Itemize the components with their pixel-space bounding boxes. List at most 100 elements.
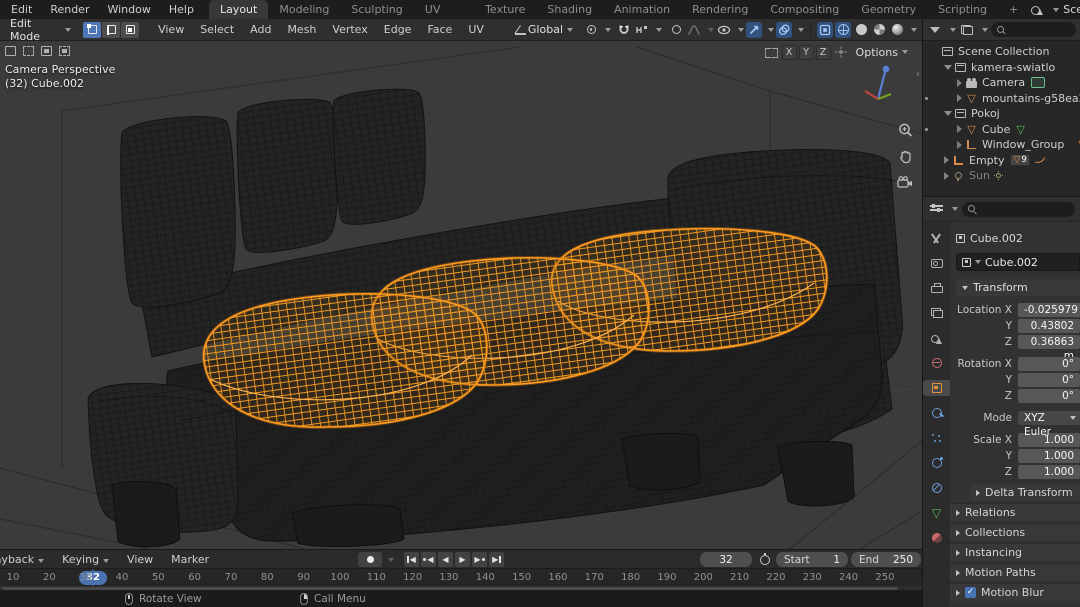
mode-select[interactable]: Edit Mode [5, 21, 76, 39]
vertex-select-button[interactable] [83, 22, 101, 38]
zoom-icon[interactable] [896, 121, 914, 139]
snap-cursor-icon[interactable] [833, 44, 849, 60]
display-mode-icon[interactable] [959, 22, 975, 38]
show-gizmos-icon[interactable] [746, 22, 762, 38]
camera-data-icon[interactable] [1031, 77, 1045, 88]
outliner-search-input[interactable] [991, 22, 1076, 37]
shading-material-icon[interactable] [871, 22, 887, 38]
snap-target-icon[interactable] [634, 22, 650, 38]
workspace-tab-layout[interactable]: Layout [209, 0, 268, 19]
viewport-menu-uv[interactable]: UV [460, 20, 492, 39]
pan-hand-icon[interactable] [896, 147, 914, 165]
toggle-xray-icon[interactable] [817, 22, 833, 38]
properties-tab-object[interactable] [923, 380, 950, 396]
properties-tab-world[interactable] [923, 355, 950, 371]
play-reverse-button[interactable]: ◀ [438, 552, 453, 567]
workspace-tab-modeling[interactable]: Modeling [268, 0, 340, 19]
outliner-row-pokoj[interactable]: Pokoj [923, 106, 1080, 122]
properties-tab-physics[interactable] [923, 455, 950, 471]
collapsed-icon[interactable] [957, 141, 962, 149]
viewport-menu-select[interactable]: Select [192, 20, 242, 39]
properties-tab-view-layer[interactable] [923, 305, 950, 321]
transform-value-field[interactable]: 0° [1018, 373, 1080, 387]
expanded-icon[interactable] [944, 65, 952, 70]
transform-value-field[interactable]: 1.000 [1018, 449, 1080, 463]
viewport-menu-view[interactable]: View [150, 20, 192, 39]
object-name-field[interactable]: Cube.002 [956, 253, 1080, 271]
timeline-menu-playback[interactable]: Playback [0, 550, 53, 569]
timeline-menu-view[interactable]: View [118, 550, 162, 569]
navigation-gizmo[interactable] [865, 66, 891, 99]
timeline-menu-keying[interactable]: Keying [53, 550, 118, 569]
transform-value-field[interactable]: 0° [1018, 357, 1080, 371]
properties-tab-tool[interactable] [923, 230, 950, 246]
panel-instancing[interactable]: Instancing [950, 543, 1080, 561]
panel-collections[interactable]: Collections [950, 523, 1080, 541]
properties-tab-material[interactable] [923, 530, 950, 546]
show-overlays-icon[interactable] [776, 22, 792, 38]
pivot-point-icon[interactable] [583, 22, 599, 38]
collapse-arrow-icon[interactable]: ‹ [916, 69, 920, 80]
show-gizmo-eye-icon[interactable] [716, 22, 732, 38]
editor-type-icon[interactable] [928, 201, 944, 217]
transform-value-field[interactable]: 1.000 [1018, 465, 1080, 479]
expanded-icon[interactable] [944, 111, 952, 116]
transform-value-field[interactable]: 0.43802 m [1018, 319, 1080, 333]
workspace-tab-sculpting[interactable]: Sculpting [340, 0, 413, 19]
scene-selector[interactable]: Scene [1029, 2, 1080, 18]
proportional-editing-icon[interactable] [668, 22, 684, 38]
outliner-row-empty[interactable]: Empty▽9 [923, 153, 1080, 169]
outliner-row-scene-collection[interactable]: Scene Collection [923, 44, 1080, 60]
filter-icon[interactable] [927, 22, 943, 38]
collapsed-icon[interactable] [944, 172, 949, 180]
collapsed-icon[interactable] [957, 94, 962, 102]
properties-tab-constraints[interactable] [923, 480, 950, 496]
viewport-menu-add[interactable]: Add [242, 20, 279, 39]
select-lasso-tool-icon[interactable] [57, 44, 72, 58]
next-keyframe-button[interactable]: ▶ [472, 552, 487, 567]
transform-panel-header[interactable]: Transform [956, 279, 1080, 296]
current-frame-field[interactable]: 32 [700, 552, 752, 567]
collapsed-icon[interactable] [957, 79, 962, 87]
properties-tab-particles[interactable] [923, 430, 950, 446]
frame-start-field[interactable]: Start 1 [776, 552, 848, 567]
sun-icon[interactable] [996, 173, 1001, 178]
stopwatch-icon[interactable] [757, 552, 773, 567]
prev-keyframe-button[interactable]: ◀ [421, 552, 436, 567]
curve-icon[interactable] [1036, 156, 1044, 164]
outliner-row-window-group[interactable]: Window_Group▽ [923, 137, 1080, 153]
jump-start-button[interactable]: ◀ [404, 552, 419, 567]
shading-wireframe-icon[interactable] [835, 22, 851, 38]
outliner-row-kamera-swiatlo[interactable]: kamera-swiatlo [923, 60, 1080, 76]
mesh-data-icon[interactable]: ▽ [1016, 123, 1024, 136]
workspace-tab-compositing[interactable]: Compositing [759, 0, 850, 19]
menu-help[interactable]: Help [160, 0, 203, 19]
properties-tab-object-data[interactable]: ▽ [923, 505, 950, 521]
viewport-menu-face[interactable]: Face [419, 20, 460, 39]
transform-value-field[interactable]: 0° [1018, 389, 1080, 403]
viewport-menu-mesh[interactable]: Mesh [279, 20, 324, 39]
jump-end-button[interactable]: ▶ [489, 552, 504, 567]
options-dropdown[interactable]: Options [856, 46, 908, 59]
workspace-tab-animation[interactable]: Animation [603, 0, 681, 19]
properties-tab-output[interactable] [923, 280, 950, 296]
face-select-button[interactable] [121, 22, 139, 38]
delta-transform-panel[interactable]: Delta Transform [970, 484, 1080, 501]
shading-solid-icon[interactable] [853, 22, 869, 38]
workspace-tab-rendering[interactable]: Rendering [681, 0, 759, 19]
falloff-curve-icon[interactable] [686, 22, 702, 38]
outliner-row-camera[interactable]: Camera [923, 75, 1080, 91]
properties-tab-modifiers[interactable] [923, 405, 950, 421]
camera-view-icon[interactable] [896, 173, 914, 191]
transform-value-field[interactable]: -0.025979 m [1018, 303, 1080, 317]
properties-search-input[interactable] [962, 202, 1075, 217]
menu-window[interactable]: Window [98, 0, 159, 19]
select-box-tool-icon[interactable] [21, 44, 36, 58]
shading-rendered-icon[interactable] [889, 22, 905, 38]
mirror-x-button[interactable]: X [782, 45, 797, 60]
workspace-tab-shading[interactable]: Shading [536, 0, 603, 19]
outliner-row-mountains-g58ea232a[interactable]: ▽mountains-g58ea232a [923, 91, 1080, 107]
collapsed-icon[interactable] [957, 125, 962, 133]
frame-end-field[interactable]: End 250 [851, 552, 921, 567]
viewport-menu-edge[interactable]: Edge [376, 20, 420, 39]
